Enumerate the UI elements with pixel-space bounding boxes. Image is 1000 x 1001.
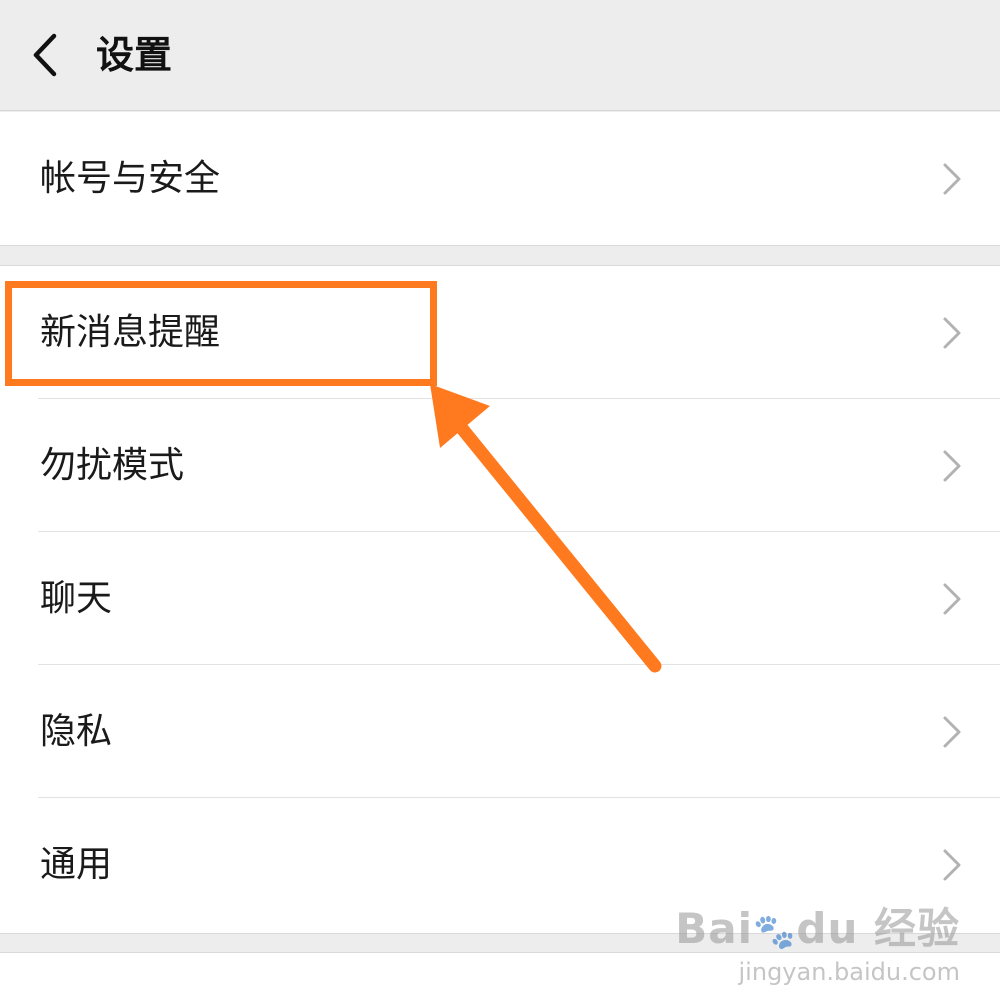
chevron-right-icon <box>943 163 961 195</box>
baidu-jingyan-watermark: Bai🐾du 经验 jingyan.baidu.com <box>675 895 960 986</box>
annotation-highlight-box <box>5 281 437 386</box>
settings-item-label: 通用 <box>40 844 113 885</box>
page-title: 设置 <box>96 33 173 77</box>
settings-item-label: 聊天 <box>40 578 113 619</box>
watermark-brand: Bai🐾du 经验 <box>675 895 960 956</box>
top-nav-bar: 设置 <box>0 0 1000 111</box>
settings-item-label: 帐号与安全 <box>40 158 221 199</box>
watermark-brand-right: du <box>796 904 859 953</box>
watermark-brand-left: Bai <box>675 904 754 953</box>
annotation-arrow-icon <box>430 384 662 673</box>
settings-item-label: 勿扰模式 <box>40 445 185 486</box>
settings-item-privacy[interactable]: 隐私 <box>0 665 1000 798</box>
chevron-right-icon <box>943 583 961 615</box>
watermark-brand-suffix: 经验 <box>873 904 960 953</box>
watermark-url: jingyan.baidu.com <box>738 958 960 986</box>
settings-group-account: 帐号与安全 <box>0 112 1000 246</box>
chevron-right-icon <box>943 317 961 349</box>
chevron-right-icon <box>943 450 961 482</box>
chevron-right-icon <box>943 849 961 881</box>
settings-item-label: 隐私 <box>40 711 113 752</box>
back-button[interactable] <box>26 30 66 80</box>
paw-icon: 🐾 <box>753 912 797 952</box>
settings-item-account-security[interactable]: 帐号与安全 <box>0 112 1000 245</box>
chevron-left-icon <box>33 33 57 77</box>
chevron-right-icon <box>943 716 961 748</box>
